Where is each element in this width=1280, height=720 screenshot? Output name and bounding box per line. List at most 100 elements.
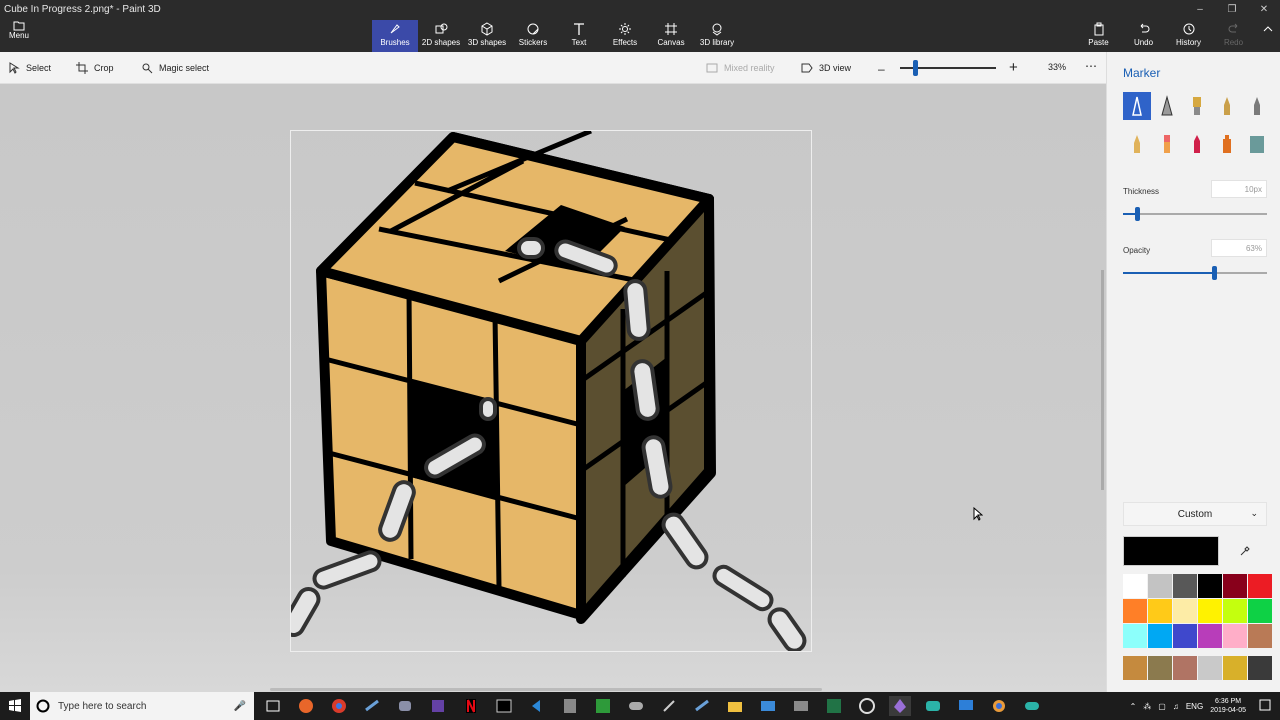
- select-button[interactable]: Select: [8, 62, 51, 74]
- tab-3d-library[interactable]: 3D library: [694, 20, 740, 52]
- vscode-icon[interactable]: [526, 696, 548, 716]
- paint-3d-icon[interactable]: [889, 696, 911, 716]
- terminal-icon[interactable]: [493, 696, 515, 716]
- network-icon[interactable]: ▢: [1158, 702, 1166, 711]
- menu-button[interactable]: Menu: [4, 20, 34, 50]
- brush-pixel-pen[interactable]: [1243, 92, 1271, 120]
- custom-color-swatch-1[interactable]: [1148, 656, 1172, 680]
- color-swatch-12[interactable]: [1123, 624, 1147, 648]
- redo-button[interactable]: Redo: [1211, 20, 1256, 52]
- zoom-slider-thumb[interactable]: [913, 60, 918, 76]
- crop-button[interactable]: Crop: [76, 62, 114, 74]
- minimize-button[interactable]: –: [1184, 0, 1216, 18]
- horizontal-scrollbar[interactable]: [270, 688, 822, 691]
- brush-calligraphy-pen[interactable]: [1153, 92, 1181, 120]
- color-swatch-1[interactable]: [1148, 574, 1172, 598]
- color-swatch-6[interactable]: [1123, 599, 1147, 623]
- zoom-out-button[interactable]: –: [878, 62, 885, 76]
- brush-oil[interactable]: [1183, 92, 1211, 120]
- bluetooth-icon[interactable]: ⁂: [1143, 702, 1151, 711]
- current-color-swatch[interactable]: [1123, 536, 1219, 566]
- photos-icon[interactable]: [757, 696, 779, 716]
- custom-color-swatch-5[interactable]: [1248, 656, 1272, 680]
- close-button[interactable]: ✕: [1248, 0, 1280, 18]
- custom-color-swatch-3[interactable]: [1198, 656, 1222, 680]
- app-icon[interactable]: [922, 696, 944, 716]
- color-swatch-0[interactable]: [1123, 574, 1147, 598]
- remote-desktop-icon[interactable]: [955, 696, 977, 716]
- netflix-icon[interactable]: [460, 696, 482, 716]
- color-swatch-8[interactable]: [1173, 599, 1197, 623]
- twitch-icon[interactable]: [427, 696, 449, 716]
- tab-text[interactable]: Text: [556, 20, 602, 52]
- tab-2d-shapes[interactable]: 2D shapes: [418, 20, 464, 52]
- obs-icon[interactable]: [856, 696, 878, 716]
- 3d-view-button[interactable]: 3D view: [801, 62, 851, 74]
- brush-eraser[interactable]: [1153, 130, 1181, 158]
- color-swatch-14[interactable]: [1173, 624, 1197, 648]
- file-explorer-icon[interactable]: [724, 696, 746, 716]
- color-swatch-4[interactable]: [1223, 574, 1247, 598]
- restore-button[interactable]: ❐: [1216, 0, 1248, 18]
- blender-icon[interactable]: [988, 696, 1010, 716]
- brush-fill[interactable]: [1243, 130, 1271, 158]
- tab-canvas[interactable]: Canvas: [648, 20, 694, 52]
- show-hidden-icons[interactable]: ⌃: [1130, 702, 1137, 711]
- magic-select-button[interactable]: Magic select: [141, 62, 209, 74]
- firefox-icon[interactable]: [295, 696, 317, 716]
- collapse-ribbon-button[interactable]: [1256, 20, 1280, 52]
- color-mode-dropdown[interactable]: Custom ⌄: [1123, 502, 1267, 526]
- mixed-reality-button[interactable]: Mixed reality: [706, 62, 775, 74]
- brush-pencil[interactable]: [1123, 130, 1151, 158]
- custom-color-swatch-4[interactable]: [1223, 656, 1247, 680]
- tab-brushes[interactable]: Brushes: [372, 20, 418, 52]
- custom-color-swatch-0[interactable]: [1123, 656, 1147, 680]
- history-button[interactable]: History: [1166, 20, 1211, 52]
- color-swatch-17[interactable]: [1248, 624, 1272, 648]
- opacity-input[interactable]: 63%: [1211, 239, 1267, 257]
- color-swatch-3[interactable]: [1198, 574, 1222, 598]
- thickness-slider-thumb[interactable]: [1135, 207, 1141, 221]
- brush-watercolor[interactable]: [1213, 92, 1241, 120]
- volume-icon[interactable]: ♫: [1173, 702, 1179, 711]
- excel-icon[interactable]: [823, 696, 845, 716]
- color-swatch-7[interactable]: [1148, 599, 1172, 623]
- eyedropper-button[interactable]: [1231, 538, 1259, 564]
- language-indicator[interactable]: ENG: [1186, 702, 1203, 711]
- calculator-icon[interactable]: [559, 696, 581, 716]
- brush-spray-can[interactable]: [1213, 130, 1241, 158]
- drawing-canvas[interactable]: [281, 128, 812, 653]
- tab-3d-shapes[interactable]: 3D shapes: [464, 20, 510, 52]
- color-swatch-10[interactable]: [1223, 599, 1247, 623]
- vertical-scrollbar[interactable]: [1101, 270, 1104, 490]
- color-swatch-11[interactable]: [1248, 599, 1272, 623]
- color-swatch-2[interactable]: [1173, 574, 1197, 598]
- microphone-icon[interactable]: 🎤: [234, 701, 246, 712]
- discord-icon[interactable]: [394, 696, 416, 716]
- camtasia-icon[interactable]: [592, 696, 614, 716]
- movies-icon[interactable]: [790, 696, 812, 716]
- brush-crayon[interactable]: [1183, 130, 1211, 158]
- thickness-input[interactable]: 10px: [1211, 180, 1267, 198]
- steam-icon[interactable]: [361, 696, 383, 716]
- zoom-in-button[interactable]: +: [1009, 59, 1018, 76]
- clock[interactable]: 6:36 PM 2019-04-05: [1210, 697, 1246, 715]
- brush-marker[interactable]: [1123, 92, 1151, 120]
- tab-effects[interactable]: Effects: [602, 20, 648, 52]
- tab-stickers[interactable]: Stickers: [510, 20, 556, 52]
- taskbar-search[interactable]: Type here to search 🎤: [30, 692, 254, 720]
- action-center-icon[interactable]: [1258, 698, 1272, 712]
- gamepad-icon[interactable]: [625, 696, 647, 716]
- color-swatch-5[interactable]: [1248, 574, 1272, 598]
- thickness-slider-track[interactable]: [1123, 213, 1267, 215]
- custom-color-swatch-2[interactable]: [1173, 656, 1197, 680]
- color-swatch-9[interactable]: [1198, 599, 1222, 623]
- steam-2-icon[interactable]: [691, 696, 713, 716]
- start-button[interactable]: [0, 692, 30, 720]
- color-swatch-13[interactable]: [1148, 624, 1172, 648]
- controller-icon[interactable]: [1021, 696, 1043, 716]
- paste-button[interactable]: Paste: [1076, 20, 1121, 52]
- pen-icon[interactable]: [658, 696, 680, 716]
- opacity-slider-thumb[interactable]: [1211, 266, 1217, 280]
- color-swatch-15[interactable]: [1198, 624, 1222, 648]
